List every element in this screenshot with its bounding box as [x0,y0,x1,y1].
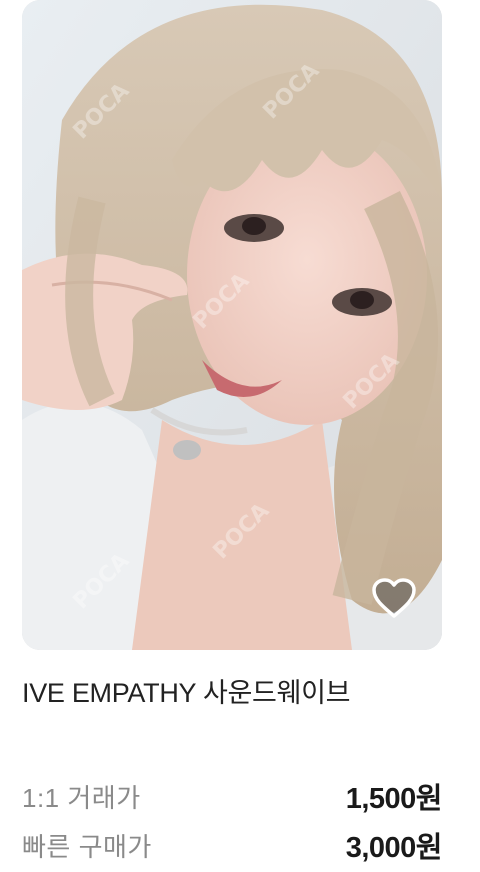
price-label: 1:1 거래가 [22,782,141,813]
product-photo[interactable]: POCA POCA POCA POCA POCA POCA [22,0,442,650]
product-card[interactable]: POCA POCA POCA POCA POCA POCA IVE EMPATH… [0,0,480,872]
price-row-exchange: 1:1 거래가 1,500원 [22,775,443,817]
photo-illustration: POCA POCA POCA POCA POCA POCA [22,0,442,650]
price-value: 3,000원 [345,832,443,864]
price-label: 빠른 구매가 [22,831,152,862]
product-title[interactable]: IVE EMPATHY 사운드웨이브 [22,671,462,710]
price-row-quick-buy: 빠른 구매가 3,000원 [22,824,443,866]
heart-outline-icon [372,578,416,618]
price-value: 1,500원 [345,783,443,815]
heart-button[interactable] [366,570,422,626]
